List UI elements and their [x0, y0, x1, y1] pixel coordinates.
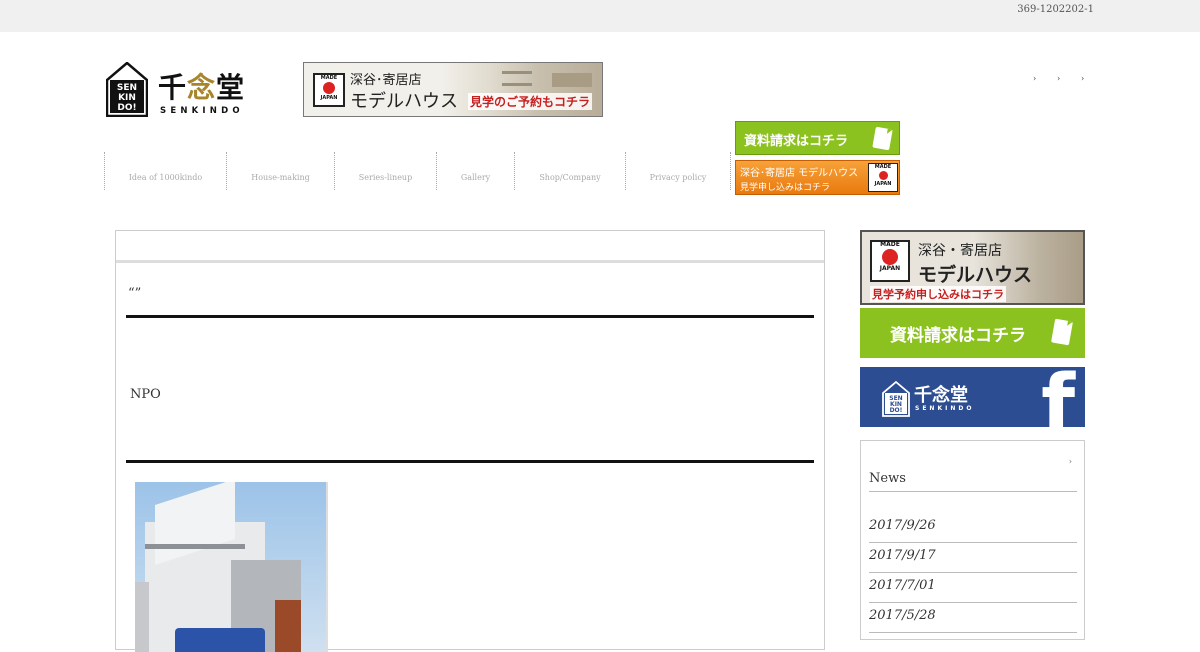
- section-divider: [126, 460, 814, 463]
- news-item[interactable]: 2017/5/28: [869, 603, 1077, 633]
- postal-code: 369-1202202-1: [1017, 4, 1094, 15]
- made-in-japan-icon: MADE JAPAN: [868, 163, 898, 192]
- header-model-line2: 見学申し込みはコチラ: [740, 183, 831, 193]
- main-nav: Idea of 1000kindo House-making Series-li…: [104, 152, 731, 190]
- banner-reserve: 見学のご予約もコチラ: [468, 93, 593, 110]
- house-logo-icon: SEN KIN DO!: [882, 381, 910, 417]
- document-icon: [872, 126, 893, 151]
- model-house-banner[interactable]: MADE JAPAN 深谷･寄居店 モデルハウス 見学のご予約もコチラ: [303, 62, 603, 117]
- nav-privacy-policy[interactable]: Privacy policy: [625, 152, 731, 190]
- document-icon: [1051, 318, 1073, 346]
- made-in-japan-icon: MADE JAPAN: [313, 73, 345, 107]
- news-item[interactable]: 2017/7/01: [869, 573, 1077, 603]
- header-link-3[interactable]: ›: [1081, 74, 1088, 83]
- sidebar-request-button[interactable]: 資料請求はコチラ: [860, 308, 1085, 358]
- content-text: NPO: [130, 387, 161, 402]
- sidebar-request-label: 資料請求はコチラ: [890, 326, 1026, 346]
- logo-house-line-1: SEN: [117, 83, 137, 93]
- main-content: “” NPO: [115, 230, 825, 652]
- fb-logo-line-3: DO!: [890, 407, 903, 414]
- fb-banner-kanji: 千念堂: [914, 385, 968, 406]
- sidebar-model-house-banner[interactable]: MADE JAPAN 深谷・寄居店 モデルハウス 見学予約申し込みはコチラ: [860, 230, 1085, 305]
- title-divider: [126, 315, 814, 318]
- header-small-links: › › ›: [1033, 74, 1088, 83]
- nav-idea[interactable]: Idea of 1000kindo: [104, 152, 226, 190]
- made-in-japan-icon: MADE JAPAN: [870, 240, 910, 282]
- header-link-1[interactable]: ›: [1033, 74, 1040, 83]
- header-request-button[interactable]: 資料請求はコチラ: [735, 121, 900, 155]
- sidebar-banner-reserve: 見学予約申し込みはコチラ: [870, 286, 1006, 302]
- news-item[interactable]: 2017/9/26: [869, 513, 1077, 543]
- site-logo[interactable]: SEN KIN DO! 千念堂 SENKINDO: [106, 62, 276, 118]
- banner-model-house: モデルハウス: [350, 91, 458, 112]
- logo-house-line-3: DO!: [117, 103, 136, 113]
- news-list: 2017/9/26 2017/9/17 2017/7/01 2017/5/28: [869, 513, 1077, 633]
- nav-gallery[interactable]: Gallery: [436, 152, 514, 190]
- news-more-icon[interactable]: ›: [1069, 457, 1072, 466]
- news-title-divider: [869, 491, 1077, 492]
- fb-banner-roman: SENKINDO: [915, 405, 975, 412]
- sidebar-banner-store: 深谷・寄居店: [918, 243, 1002, 259]
- content-band: [116, 260, 824, 263]
- news-item[interactable]: 2017/9/17: [869, 543, 1077, 573]
- logo-roman: SENKINDO: [160, 106, 244, 116]
- header-model-house-button[interactable]: 深谷･寄居店 モデルハウス 見学申し込みはコチラ MADE JAPAN: [735, 160, 900, 195]
- sidebar-facebook-banner[interactable]: SEN KIN DO! 千念堂 SENKINDO f: [860, 367, 1085, 427]
- page-title: “”: [128, 286, 142, 301]
- logo-house-line-2: KIN: [118, 93, 136, 103]
- header-link-2[interactable]: ›: [1057, 74, 1064, 83]
- top-bar: 369-1202202-1: [0, 0, 1200, 32]
- banner-store: 深谷･寄居店: [350, 73, 422, 88]
- sidebar-banner-model-house: モデルハウス: [918, 264, 1033, 286]
- house-logo-icon: SEN KIN DO!: [106, 62, 148, 117]
- nav-house-making[interactable]: House-making: [226, 152, 334, 190]
- facebook-icon: f: [1041, 367, 1075, 427]
- header-model-line1: 深谷･寄居店 モデルハウス: [740, 168, 859, 179]
- house-photo[interactable]: [135, 482, 328, 652]
- nav-shop-company[interactable]: Shop/Company: [514, 152, 625, 190]
- header-request-label: 資料請求はコチラ: [744, 134, 849, 149]
- news-panel: › News 2017/9/26 2017/9/17 2017/7/01 201…: [860, 440, 1085, 640]
- nav-series-lineup[interactable]: Series-lineup: [334, 152, 436, 190]
- logo-kanji: 千念堂: [158, 71, 246, 104]
- news-title: News: [869, 471, 906, 486]
